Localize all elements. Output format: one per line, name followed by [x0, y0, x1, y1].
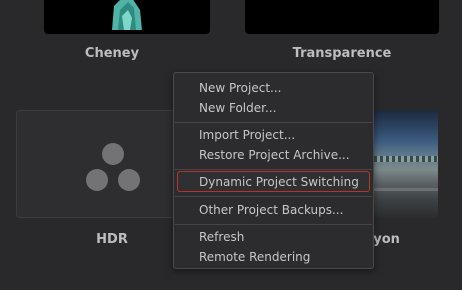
menu-item-other-project-backups[interactable]: Other Project Backups...	[199, 203, 343, 218]
project-manager-context-menu: New Project... New Folder... Import Proj…	[173, 72, 374, 269]
project-thumbnail-transparence[interactable]	[245, 0, 439, 34]
thumbnail-detail	[368, 188, 438, 191]
menu-item-import-project[interactable]: Import Project...	[199, 128, 295, 143]
statue-thumbnail-image	[112, 0, 142, 30]
menu-item-dynamic-project-switching[interactable]: Dynamic Project Switching	[199, 175, 359, 190]
menu-item-new-project[interactable]: New Project...	[199, 81, 282, 96]
menu-item-refresh[interactable]: Refresh	[199, 230, 244, 245]
menu-item-restore-project-archive[interactable]: Restore Project Archive...	[199, 148, 350, 163]
project-label-cheney: Cheney	[84, 46, 140, 61]
thumbnail-detail	[368, 156, 438, 162]
menu-separator	[175, 196, 372, 197]
menu-separator	[175, 122, 372, 123]
menu-separator	[175, 169, 372, 170]
project-thumbnail-cheney[interactable]	[44, 0, 210, 34]
project-label-transparence: Transparence	[292, 46, 392, 61]
menu-item-new-folder[interactable]: New Folder...	[199, 101, 276, 116]
project-thumbnail-uyon[interactable]	[368, 110, 438, 218]
menu-item-remote-rendering[interactable]: Remote Rendering	[199, 250, 310, 265]
resolve-logo-icon	[86, 143, 140, 191]
menu-separator	[175, 224, 372, 225]
